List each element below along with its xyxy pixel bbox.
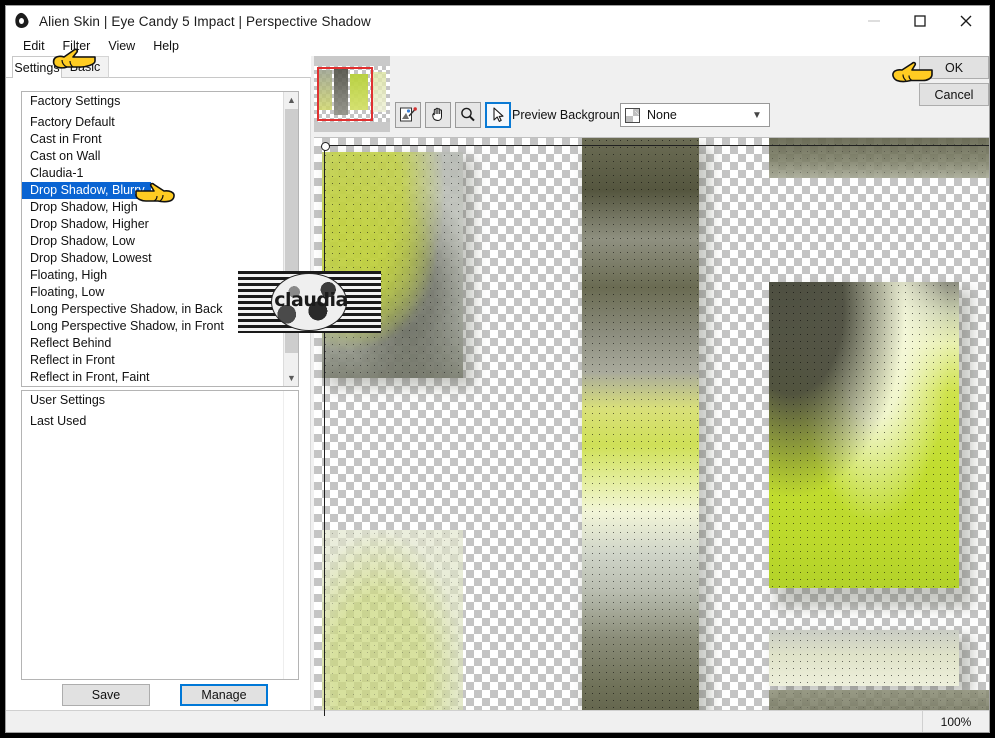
list-item[interactable]: Drop Shadow, Low	[22, 234, 135, 248]
preview-background-label: Preview Background:	[512, 108, 631, 122]
menu-bar: Edit Filter View Help	[6, 36, 989, 56]
screenshot-root: Alien Skin | Eye Candy 5 Impact | Perspe…	[0, 0, 995, 738]
list-item[interactable]: Long Perspective Shadow, in Back	[22, 302, 222, 316]
pointing-hand-cursor-filter	[51, 42, 97, 72]
list-item[interactable]: Reflect in Front, Faint	[22, 370, 150, 384]
list-item[interactable]: Factory Default	[22, 115, 115, 129]
application-window: Alien Skin | Eye Candy 5 Impact | Perspe…	[5, 5, 990, 733]
maximize-icon[interactable]	[897, 6, 943, 36]
list-item[interactable]: Reflect Behind	[22, 336, 111, 350]
menu-item-help[interactable]: Help	[144, 37, 188, 55]
cancel-button[interactable]: Cancel	[919, 83, 989, 106]
zoom-magnifier-icon[interactable]	[455, 102, 481, 128]
list-group-header: User Settings	[30, 393, 106, 407]
checkerboard-swatch-icon	[625, 107, 640, 123]
selection-rectangle[interactable]	[324, 145, 989, 716]
arrow-pointer-icon[interactable]	[485, 102, 511, 128]
window-title: Alien Skin | Eye Candy 5 Impact | Perspe…	[39, 13, 371, 29]
title-bar: Alien Skin | Eye Candy 5 Impact | Perspe…	[6, 6, 989, 36]
list-item[interactable]: Floating, High	[22, 268, 107, 282]
pointing-hand-cursor-list	[134, 180, 176, 204]
hand-pan-icon[interactable]	[425, 102, 451, 128]
pointing-hand-cursor-ok	[892, 58, 934, 84]
list-item[interactable]: Last Used	[22, 414, 86, 428]
list-item[interactable]: Drop Shadow, Lowest	[22, 251, 152, 265]
scroll-down-icon[interactable]: ▼	[284, 370, 298, 386]
list-item[interactable]: Reflect in Front	[22, 353, 115, 367]
navigator-thumbnail[interactable]	[314, 56, 390, 132]
navigator-viewport-rect[interactable]	[317, 67, 373, 121]
menu-item-edit[interactable]: Edit	[14, 37, 54, 55]
settings-panel: Factory Settings Factory Default Cast in…	[6, 77, 311, 711]
manage-button[interactable]: Manage	[180, 684, 268, 706]
settings-list-scrollbar[interactable]: ▲ ▼	[283, 92, 298, 386]
minimize-icon[interactable]	[851, 6, 897, 36]
factory-settings-listbox[interactable]: Factory Settings Factory Default Cast in…	[21, 91, 299, 387]
menu-item-view[interactable]: View	[99, 37, 144, 55]
list-item[interactable]: Long Perspective Shadow, in Front	[22, 319, 224, 333]
list-group-header: Factory Settings	[30, 94, 121, 108]
scroll-up-icon[interactable]: ▲	[284, 92, 298, 108]
list-item[interactable]: Drop Shadow, High	[22, 200, 138, 214]
user-settings-rows: User Settings Last Used	[22, 391, 283, 679]
watermark-text: claudia	[274, 289, 348, 311]
settings-button-row: Save Manage	[21, 684, 299, 708]
list-item[interactable]: Claudia-1	[22, 166, 84, 180]
list-item-selected[interactable]: Drop Shadow, Blurry	[22, 182, 151, 199]
list-item[interactable]: Cast on Wall	[22, 149, 100, 163]
chevron-down-icon[interactable]: ▼	[745, 110, 769, 121]
preview-background-value: None	[647, 108, 677, 122]
factory-settings-rows: Factory Settings Factory Default Cast in…	[22, 92, 283, 386]
user-settings-listbox[interactable]: User Settings Last Used	[21, 390, 299, 680]
watermark-overlay: claudia	[238, 271, 381, 333]
preview-canvas[interactable]	[314, 137, 989, 716]
list-item[interactable]: Cast in Front	[22, 132, 102, 146]
list-item[interactable]: Drop Shadow, Higher	[22, 217, 149, 231]
user-list-scrollbar[interactable]	[283, 391, 298, 679]
close-icon[interactable]	[943, 6, 989, 36]
save-button[interactable]: Save	[62, 684, 150, 706]
window-controls	[851, 6, 989, 36]
teardrop-icon	[13, 11, 31, 30]
preview-background-select[interactable]: None ▼	[620, 103, 770, 127]
list-item[interactable]: Floating, Low	[22, 285, 104, 299]
selection-handle[interactable]	[321, 142, 330, 151]
sample-image-icon[interactable]	[395, 102, 421, 128]
preview-toolbar	[395, 102, 511, 128]
